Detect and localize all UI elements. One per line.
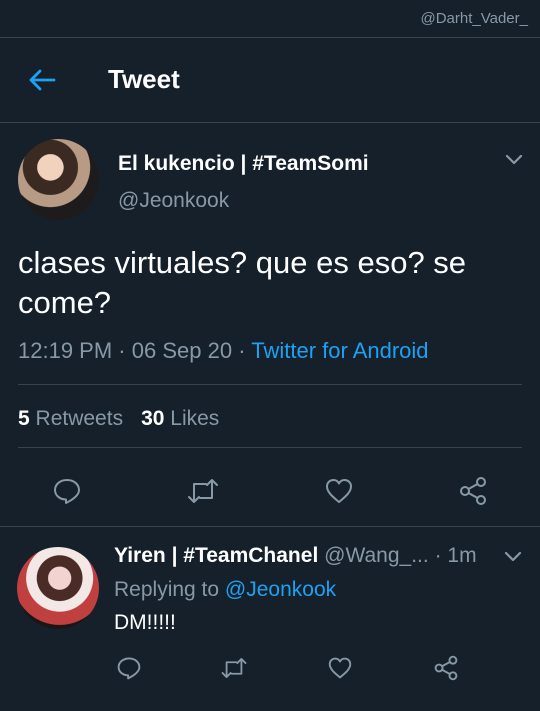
more-options-button[interactable] xyxy=(504,151,524,169)
replying-to: Replying to @Jeonkook xyxy=(114,578,336,602)
author-name[interactable]: El kukencio | #TeamSomi xyxy=(118,152,369,176)
chevron-down-icon xyxy=(505,154,523,165)
reply-time: 1m xyxy=(447,544,477,567)
reply-like-button[interactable] xyxy=(326,654,354,682)
retweet-icon xyxy=(188,479,218,503)
heart-icon xyxy=(328,657,352,679)
heart-icon xyxy=(326,479,352,503)
share-button[interactable] xyxy=(456,474,490,508)
reply-share-button[interactable] xyxy=(432,654,460,682)
separator-dot: · xyxy=(434,544,442,567)
divider xyxy=(18,384,522,385)
tweet-meta: 12:19 PM · 06 Sep 20 · Twitter for Andro… xyxy=(18,338,429,364)
reply-button[interactable] xyxy=(50,474,84,508)
replying-to-link[interactable]: @Jeonkook xyxy=(225,578,336,601)
likes-count: 30 xyxy=(141,407,165,430)
divider xyxy=(18,447,522,448)
reply-retweet-button[interactable] xyxy=(220,654,248,682)
separator-dot: · xyxy=(238,338,246,363)
arrow-left-icon xyxy=(29,69,56,91)
watermark: @Darht_Vader_ xyxy=(420,10,528,27)
retweets-count: 5 xyxy=(18,407,30,430)
reply-reply-button[interactable] xyxy=(115,654,143,682)
avatar[interactable] xyxy=(18,139,99,220)
reply-header: Yiren | #TeamChanel @Wang_... · 1m xyxy=(114,544,477,568)
comment-icon xyxy=(54,479,80,504)
replying-prefix: Replying to xyxy=(114,578,220,601)
tweet-date: 06 Sep 20 xyxy=(131,338,233,363)
reply-more-options-button[interactable] xyxy=(503,548,523,566)
tweet-stats: 5 Retweets 30 Likes xyxy=(18,407,219,431)
share-icon xyxy=(434,655,458,681)
reply-author-name[interactable]: Yiren | #TeamChanel xyxy=(114,544,318,567)
tweet-source-link[interactable]: Twitter for Android xyxy=(251,338,428,363)
top-bar: Tweet xyxy=(0,38,540,122)
divider xyxy=(0,122,540,123)
separator-dot: · xyxy=(118,338,126,363)
author-handle[interactable]: @Jeonkook xyxy=(118,189,229,213)
reply-author-handle[interactable]: @Wang_... xyxy=(324,544,429,567)
share-icon xyxy=(460,477,486,505)
likes-label: Likes xyxy=(170,407,220,430)
retweets-link[interactable]: 5 Retweets xyxy=(18,407,123,430)
tweet-text: clases virtuales? que es eso? se come? xyxy=(18,245,467,320)
chevron-down-icon xyxy=(504,551,522,562)
comment-icon xyxy=(117,657,141,680)
back-button[interactable] xyxy=(26,65,58,95)
reply-avatar[interactable] xyxy=(17,547,99,629)
like-button[interactable] xyxy=(322,474,356,508)
likes-link[interactable]: 30 Likes xyxy=(141,407,219,430)
retweet-icon xyxy=(221,658,247,678)
reply-text: DM!!!!! xyxy=(114,611,176,634)
retweets-label: Retweets xyxy=(35,407,124,430)
divider xyxy=(0,526,540,527)
page-title: Tweet xyxy=(108,64,180,94)
retweet-button[interactable] xyxy=(186,474,220,508)
tweet-time: 12:19 PM xyxy=(18,338,113,363)
